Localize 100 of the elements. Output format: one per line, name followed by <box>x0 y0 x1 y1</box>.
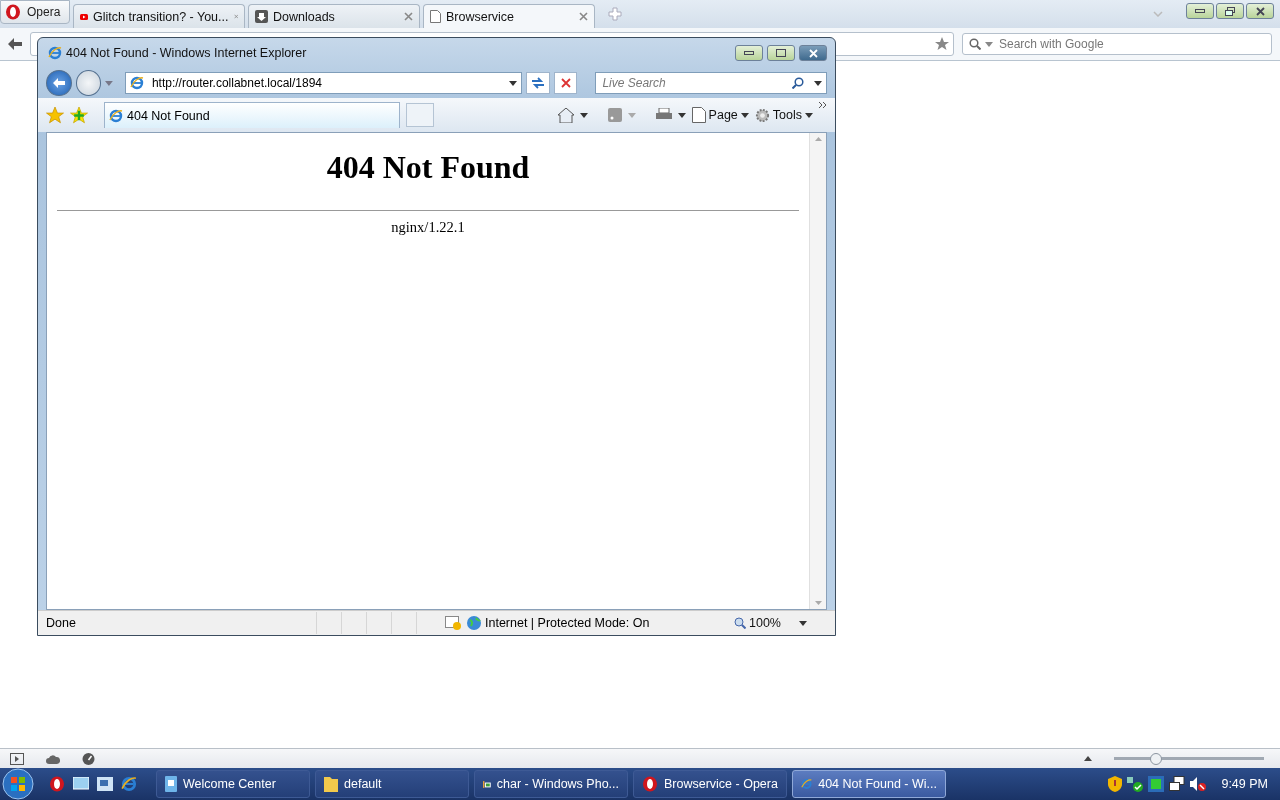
page-icon <box>430 10 441 23</box>
caret-icon <box>105 80 113 86</box>
search-icon <box>969 38 981 50</box>
tab-title: 404 Not Found <box>127 108 210 123</box>
ie-logo-icon <box>109 108 123 123</box>
caret-icon <box>579 112 588 118</box>
search-field[interactable]: Search with Google <box>962 33 1272 55</box>
browser-tab[interactable]: Downloads <box>248 4 420 28</box>
close-icon[interactable] <box>579 12 588 21</box>
security-zone: Internet | Protected Mode: On <box>485 616 651 630</box>
back-arrow-icon <box>52 78 65 88</box>
panel-toggle-icon[interactable] <box>10 752 24 765</box>
search-input[interactable]: Search with Google <box>997 36 1265 52</box>
favorites-star-icon[interactable] <box>46 106 64 124</box>
tab-title: Downloads <box>273 9 336 24</box>
shield-icon <box>1108 776 1123 792</box>
desktop-icon[interactable] <box>73 777 89 791</box>
zoom-icon <box>734 617 746 629</box>
back-icon[interactable] <box>8 38 22 50</box>
stop-icon <box>560 78 571 88</box>
back-button[interactable] <box>46 70 72 96</box>
server-version: nginx/1.22.1 <box>391 219 465 236</box>
window-title: 404 Not Found - Windows Internet Explorer <box>66 46 308 60</box>
document-icon <box>165 776 177 792</box>
download-icon <box>255 10 268 23</box>
taskbar-button[interactable]: Browservice - Opera <box>633 770 787 798</box>
home-icon[interactable] <box>557 107 574 123</box>
start-button[interactable] <box>0 768 36 800</box>
forward-button[interactable] <box>75 70 102 96</box>
browser-tab[interactable]: Glitch transition? - You... <box>73 4 245 28</box>
caret-icon <box>677 112 686 118</box>
slider-thumb[interactable] <box>1150 752 1162 765</box>
add-favorite-icon[interactable] <box>70 106 88 124</box>
close-button[interactable] <box>799 45 827 61</box>
caret-icon <box>509 80 518 86</box>
feeds-icon[interactable] <box>607 108 622 122</box>
search-icon <box>792 77 804 89</box>
network-icon <box>1169 776 1186 792</box>
taskbar-button[interactable]: char - Windows Pho... <box>474 770 628 798</box>
page-heading: 404 Not Found <box>326 149 530 186</box>
minimize-button[interactable] <box>735 45 763 61</box>
minimize-icon <box>1195 9 1205 13</box>
security-warning-icon <box>445 616 461 630</box>
search-field[interactable]: Live Search <box>595 72 827 94</box>
ie-logo-icon <box>801 776 813 792</box>
address-field[interactable]: http://router.collabnet.local/1894 <box>124 72 523 94</box>
close-button[interactable] <box>1246 3 1274 19</box>
page-icon <box>691 107 706 123</box>
opera-menu-button[interactable]: Opera <box>0 0 70 24</box>
restore-icon <box>1225 6 1235 16</box>
caret-icon <box>814 80 822 86</box>
zoom-button[interactable]: 100% <box>734 616 807 630</box>
taskbar-button[interactable]: Welcome Center <box>156 770 310 798</box>
caret-icon <box>740 112 749 118</box>
taskbar-button[interactable]: 404 Not Found - Wi... <box>792 770 946 798</box>
refresh-button[interactable] <box>526 72 550 94</box>
page-menu-button[interactable]: Page <box>691 107 749 123</box>
up-arrow-icon[interactable] <box>1084 756 1092 761</box>
gear-icon <box>754 107 770 123</box>
status-text: Done <box>46 616 77 630</box>
star-icon[interactable] <box>935 37 949 51</box>
caret-icon <box>799 620 807 626</box>
close-icon[interactable] <box>404 12 413 21</box>
caret-icon <box>627 112 636 118</box>
minimize-button[interactable] <box>1186 3 1214 19</box>
tools-menu-button[interactable]: Tools <box>754 107 813 123</box>
caret-icon <box>985 41 993 47</box>
folder-icon <box>324 776 338 792</box>
restore-button[interactable] <box>1216 3 1244 19</box>
ie-logo-icon <box>121 776 137 792</box>
refresh-icon <box>531 77 545 89</box>
globe-icon <box>467 616 481 630</box>
clock: 9:49 PM <box>1221 777 1268 791</box>
opera-logo-icon <box>49 776 65 792</box>
chevron-icon[interactable] <box>819 102 827 108</box>
maximize-button[interactable] <box>767 45 795 61</box>
opera-logo-icon <box>642 776 658 792</box>
window-switch-icon[interactable] <box>97 777 113 791</box>
network-check-icon <box>1127 776 1144 792</box>
tab-title: Browservice <box>446 9 516 24</box>
app-tray-icon <box>1148 776 1165 792</box>
speedometer-icon[interactable] <box>82 752 95 765</box>
close-icon <box>808 48 818 58</box>
close-icon <box>1255 6 1265 16</box>
taskbar-button[interactable]: default <box>315 770 469 798</box>
stop-button[interactable] <box>553 72 578 94</box>
ie-logo-icon <box>129 76 144 90</box>
caret-icon <box>805 112 813 118</box>
browser-tab[interactable]: 404 Not Found <box>104 102 400 128</box>
search-input[interactable]: Live Search <box>600 75 792 91</box>
opera-logo-icon <box>5 4 21 20</box>
ie-logo-icon <box>48 46 62 60</box>
minimize-icon <box>744 51 754 55</box>
tab-title: Glitch transition? - You... <box>93 9 229 24</box>
printer-icon[interactable] <box>655 108 672 122</box>
browser-tab[interactable]: Browservice <box>423 4 595 28</box>
url-input[interactable]: http://router.collabnet.local/1894 <box>149 75 504 91</box>
muted-speaker-icon <box>1190 776 1207 792</box>
cloud-icon[interactable] <box>46 753 60 764</box>
maximize-icon <box>776 49 786 57</box>
